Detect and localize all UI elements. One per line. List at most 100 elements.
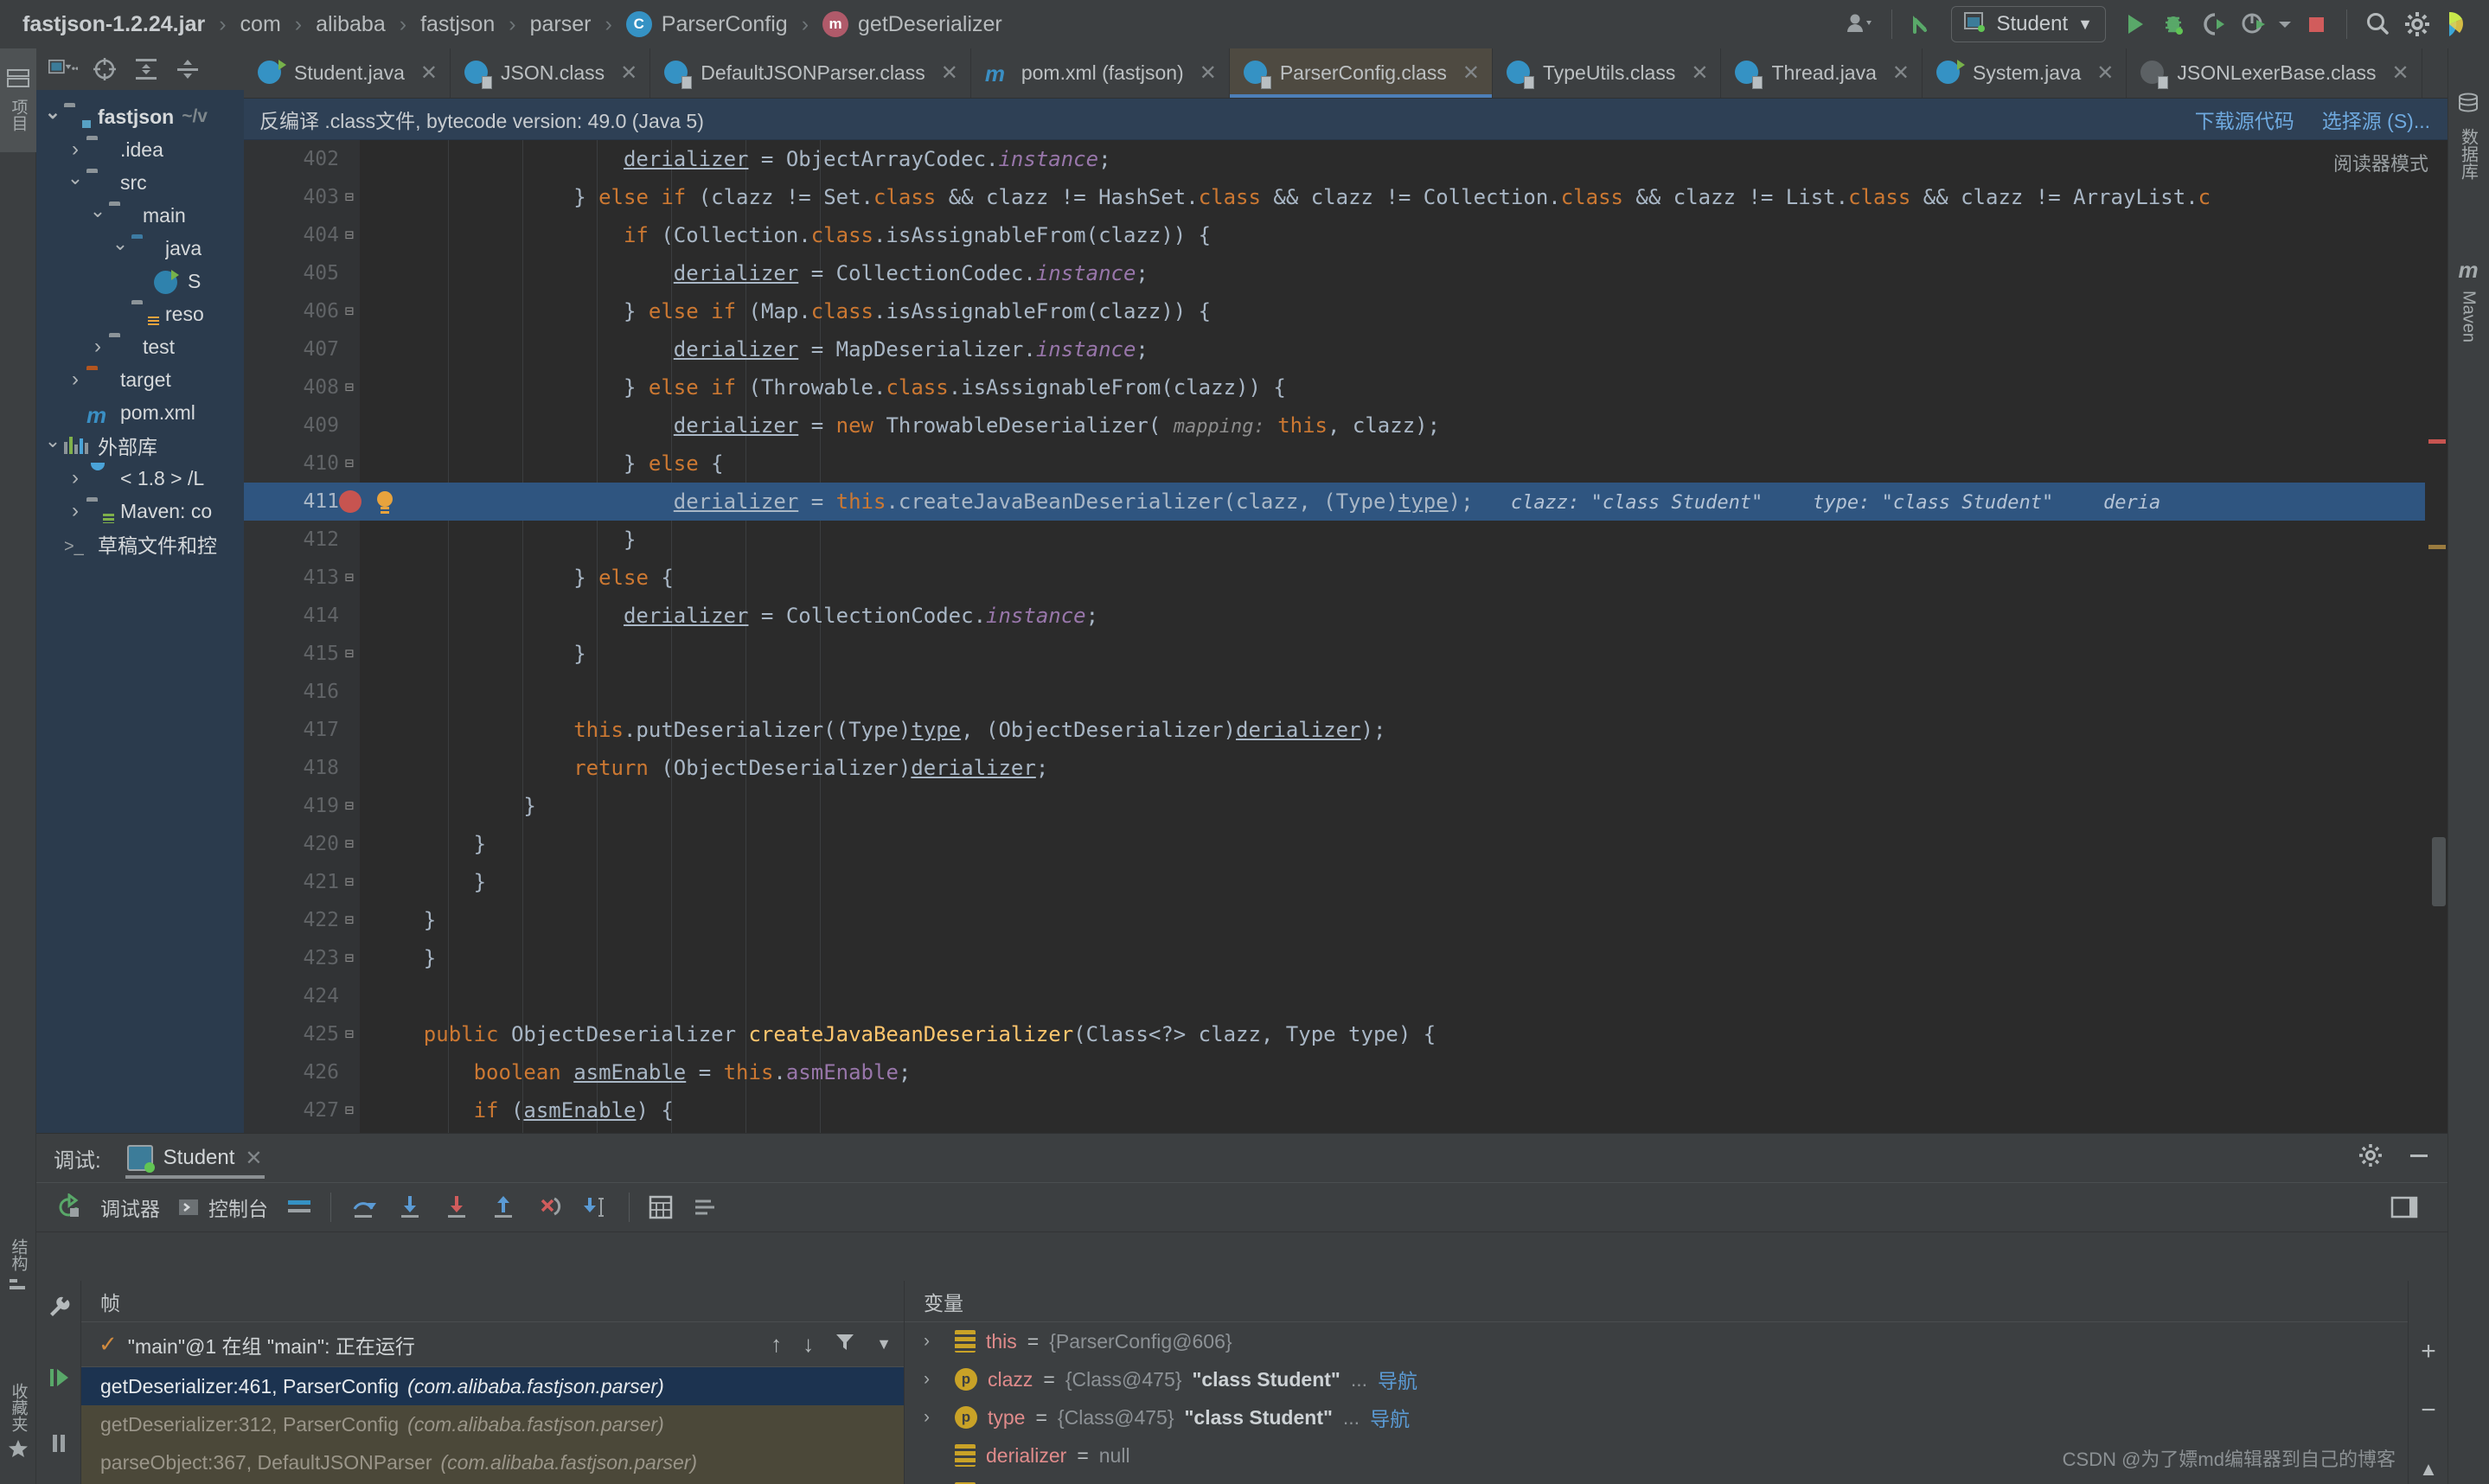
fold-marker-icon[interactable]: ⊟ bbox=[341, 292, 358, 330]
close-icon[interactable]: ✕ bbox=[941, 61, 958, 86]
frame-row-2[interactable]: parseObject:367, DefaultJSONParser (com.a… bbox=[81, 1443, 904, 1481]
code-line-418[interactable]: 418 return (ObjectDeserializer)derialize… bbox=[244, 749, 2447, 787]
fold-marker-icon[interactable]: ⊟ bbox=[341, 939, 358, 977]
code-line-408[interactable]: 408 ⊟ } else if (Throwable.class.isAssign… bbox=[244, 368, 2447, 406]
move-down-icon[interactable]: ↓ bbox=[803, 1331, 814, 1358]
variable-row-4[interactable]: ›className="Student" bbox=[905, 1474, 2408, 1484]
chevron-down-icon[interactable]: ▼ bbox=[876, 1335, 892, 1353]
tree-item-0[interactable]: fastjson ~/v bbox=[36, 100, 244, 133]
close-icon[interactable]: ✕ bbox=[620, 61, 637, 86]
code-line-426[interactable]: 426 boolean asmEnable = this.asmEnable; bbox=[244, 1053, 2447, 1091]
fold-marker-icon[interactable]: ⊟ bbox=[341, 1091, 358, 1129]
code-line-423[interactable]: 423 ⊟ } bbox=[244, 939, 2447, 977]
frame-row-0[interactable]: getDeserializer:461, ParserConfig (com.al… bbox=[81, 1367, 904, 1405]
editor-tab-5[interactable]: TypeUtils.class ✕ bbox=[1493, 48, 1722, 98]
editor-tab-1[interactable]: JSON.class ✕ bbox=[451, 48, 651, 98]
code-editor[interactable]: 402 derializer = ObjectArrayCodec.instan… bbox=[244, 140, 2447, 1133]
error-marker[interactable] bbox=[2428, 439, 2446, 444]
run-with-coverage-icon[interactable] bbox=[2194, 4, 2234, 44]
chevron-open-icon[interactable] bbox=[86, 204, 109, 227]
breakpoint-icon[interactable] bbox=[339, 490, 362, 513]
gear-icon[interactable] bbox=[2397, 4, 2437, 44]
rerun-icon[interactable] bbox=[47, 1187, 92, 1228]
idea-logo-icon[interactable] bbox=[2437, 4, 2477, 44]
code-line-427[interactable]: 427 ⊟ if (asmEnable) { bbox=[244, 1091, 2447, 1129]
chevron-right-icon[interactable]: › bbox=[924, 1369, 944, 1390]
code-line-406[interactable]: 406 ⊟ } else if (Map.class.isAssignableFr… bbox=[244, 292, 2447, 330]
step-over-icon[interactable] bbox=[340, 1187, 387, 1228]
tab-console[interactable]: 控制台 bbox=[169, 1187, 277, 1228]
chevron-open-icon[interactable] bbox=[64, 171, 86, 194]
tree-item-12[interactable]: Maven: co bbox=[36, 495, 244, 528]
breadcrumb-item-6[interactable]: m getDeserializer bbox=[822, 11, 1002, 37]
evaluate-expression-icon[interactable] bbox=[638, 1187, 683, 1228]
sidebar-item-structure[interactable]: 结构 bbox=[0, 1207, 36, 1328]
code-line-415[interactable]: 415 ⊟ } bbox=[244, 635, 2447, 673]
code-line-420[interactable]: 420 ⊟ } bbox=[244, 825, 2447, 863]
code-line-404[interactable]: 404 ⊟ if (Collection.class.isAssignableFr… bbox=[244, 216, 2447, 254]
chevron-closed-icon[interactable] bbox=[64, 499, 86, 523]
project-view-selector-icon[interactable] bbox=[48, 54, 78, 84]
code-line-402[interactable]: 402 derializer = ObjectArrayCodec.instan… bbox=[244, 140, 2447, 178]
project-tree[interactable]: fastjson ~/v .idea src main java Sreso test targ… bbox=[36, 90, 244, 560]
layout-icon[interactable] bbox=[277, 1187, 322, 1228]
code-line-412[interactable]: 412 } bbox=[244, 521, 2447, 559]
code-line-403[interactable]: 403 ⊟ } else if (clazz != Set.class && cl… bbox=[244, 178, 2447, 216]
sidebar-item-database[interactable]: 数据库 bbox=[2447, 54, 2489, 218]
tab-debugger[interactable]: 调试器 bbox=[92, 1187, 169, 1228]
debug-icon[interactable] bbox=[2154, 4, 2194, 44]
fold-marker-icon[interactable]: ⊟ bbox=[341, 1015, 358, 1053]
minimize-icon[interactable] bbox=[2406, 1142, 2432, 1174]
code-line-421[interactable]: 421 ⊟ } bbox=[244, 863, 2447, 901]
thread-selector[interactable]: ✓ "main"@1 在组 "main": 正在运行 ↑ ↓ ▼ bbox=[81, 1322, 904, 1367]
editor-tab-3[interactable]: m pom.xml (fastjson) ✕ bbox=[971, 48, 1230, 98]
sidebar-item-project[interactable]: 项目 bbox=[0, 48, 36, 152]
fold-marker-icon[interactable]: ⊟ bbox=[341, 178, 358, 216]
chevron-open-icon[interactable] bbox=[42, 434, 64, 457]
navigate-link[interactable]: 导航 bbox=[1378, 1365, 1417, 1394]
tree-item-1[interactable]: .idea bbox=[36, 133, 244, 166]
close-icon[interactable]: ✕ bbox=[2391, 61, 2409, 86]
search-icon[interactable] bbox=[2358, 4, 2397, 44]
pause-program-icon[interactable] bbox=[36, 1421, 81, 1466]
editor-tab-4[interactable]: ParserConfig.class ✕ bbox=[1229, 48, 1493, 98]
collapse-all-icon[interactable] bbox=[173, 54, 202, 84]
editor-tab-0[interactable]: Student.java ✕ bbox=[244, 48, 451, 98]
chevron-closed-icon[interactable] bbox=[64, 368, 86, 392]
navigate-link[interactable]: 导航 bbox=[1370, 1403, 1410, 1432]
tree-item-4[interactable]: java bbox=[36, 232, 244, 265]
code-line-405[interactable]: 405 derializer = CollectionCodec.instanc… bbox=[244, 254, 2447, 292]
debugger-settings-icon[interactable] bbox=[36, 1284, 81, 1329]
scroll-from-source-icon[interactable] bbox=[90, 54, 119, 84]
variable-ellipsis[interactable]: ... bbox=[1351, 1368, 1367, 1391]
tree-item-11[interactable]: < 1.8 > /L bbox=[36, 462, 244, 495]
run-configuration-selector[interactable]: Student ▼ bbox=[1951, 6, 2106, 42]
code-line-409[interactable]: 409 derializer = new ThrowableDeserializ… bbox=[244, 406, 2447, 445]
editor-tab-8[interactable]: JSONLexerBase.class ✕ bbox=[2127, 48, 2422, 98]
chevron-open-icon[interactable] bbox=[109, 237, 131, 259]
fold-marker-icon[interactable]: ⊟ bbox=[341, 863, 358, 901]
breadcrumb-item-1[interactable]: com bbox=[240, 12, 281, 37]
update-project-icon[interactable] bbox=[1903, 4, 1942, 44]
editor-tab-2[interactable]: DefaultJSONParser.class ✕ bbox=[650, 48, 971, 98]
chevron-open-icon[interactable] bbox=[42, 106, 64, 128]
sidebar-item-favorites[interactable]: 收藏夹 bbox=[0, 1346, 36, 1484]
chevron-closed-icon[interactable] bbox=[64, 466, 86, 490]
fold-marker-icon[interactable]: ⊟ bbox=[341, 216, 358, 254]
variable-row-0[interactable]: › this = {ParserConfig@606} bbox=[905, 1322, 2408, 1360]
sidebar-item-maven[interactable]: m Maven bbox=[2447, 227, 2489, 374]
breadcrumb-item-0[interactable]: fastjson-1.2.24.jar bbox=[22, 12, 205, 37]
close-icon[interactable]: ✕ bbox=[420, 61, 438, 86]
code-line-424[interactable]: 424 bbox=[244, 977, 2447, 1015]
reader-mode-label[interactable]: 阅读器模式 bbox=[2333, 149, 2428, 176]
breadcrumb-item-4[interactable]: parser bbox=[530, 12, 592, 37]
profile-dropdown-icon[interactable] bbox=[2274, 4, 2296, 44]
close-icon[interactable]: ✕ bbox=[1691, 61, 1708, 86]
frame-row-1[interactable]: getDeserializer:312, ParserConfig (com.al… bbox=[81, 1405, 904, 1443]
close-icon[interactable]: ✕ bbox=[2096, 61, 2114, 86]
chevron-closed-icon[interactable] bbox=[64, 138, 86, 162]
fold-marker-icon[interactable]: ⊟ bbox=[341, 559, 358, 597]
chevron-right-icon[interactable]: › bbox=[924, 1331, 944, 1352]
editor-scroll-markers[interactable] bbox=[2425, 232, 2447, 1133]
editor-tab-6[interactable]: Thread.java ✕ bbox=[1721, 48, 1923, 98]
